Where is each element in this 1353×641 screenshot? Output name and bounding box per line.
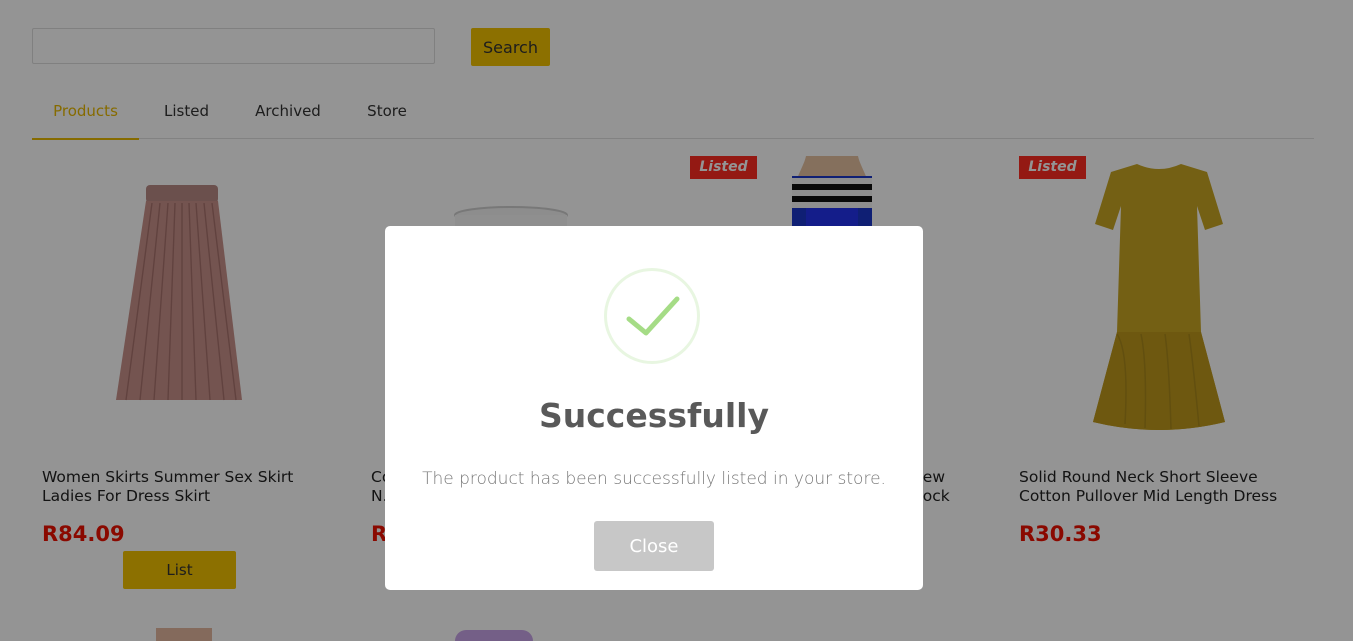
close-button[interactable]: Close bbox=[594, 521, 714, 571]
dialog-message: The product has been successfully listed… bbox=[422, 469, 886, 489]
success-ring bbox=[604, 268, 700, 364]
success-dialog: Successfully The product has been succes… bbox=[385, 226, 923, 590]
store-products-page: Search Products Listed Archived Store Wo… bbox=[0, 0, 1353, 641]
dialog-title: Successfully bbox=[538, 396, 770, 435]
check-icon bbox=[626, 296, 680, 336]
